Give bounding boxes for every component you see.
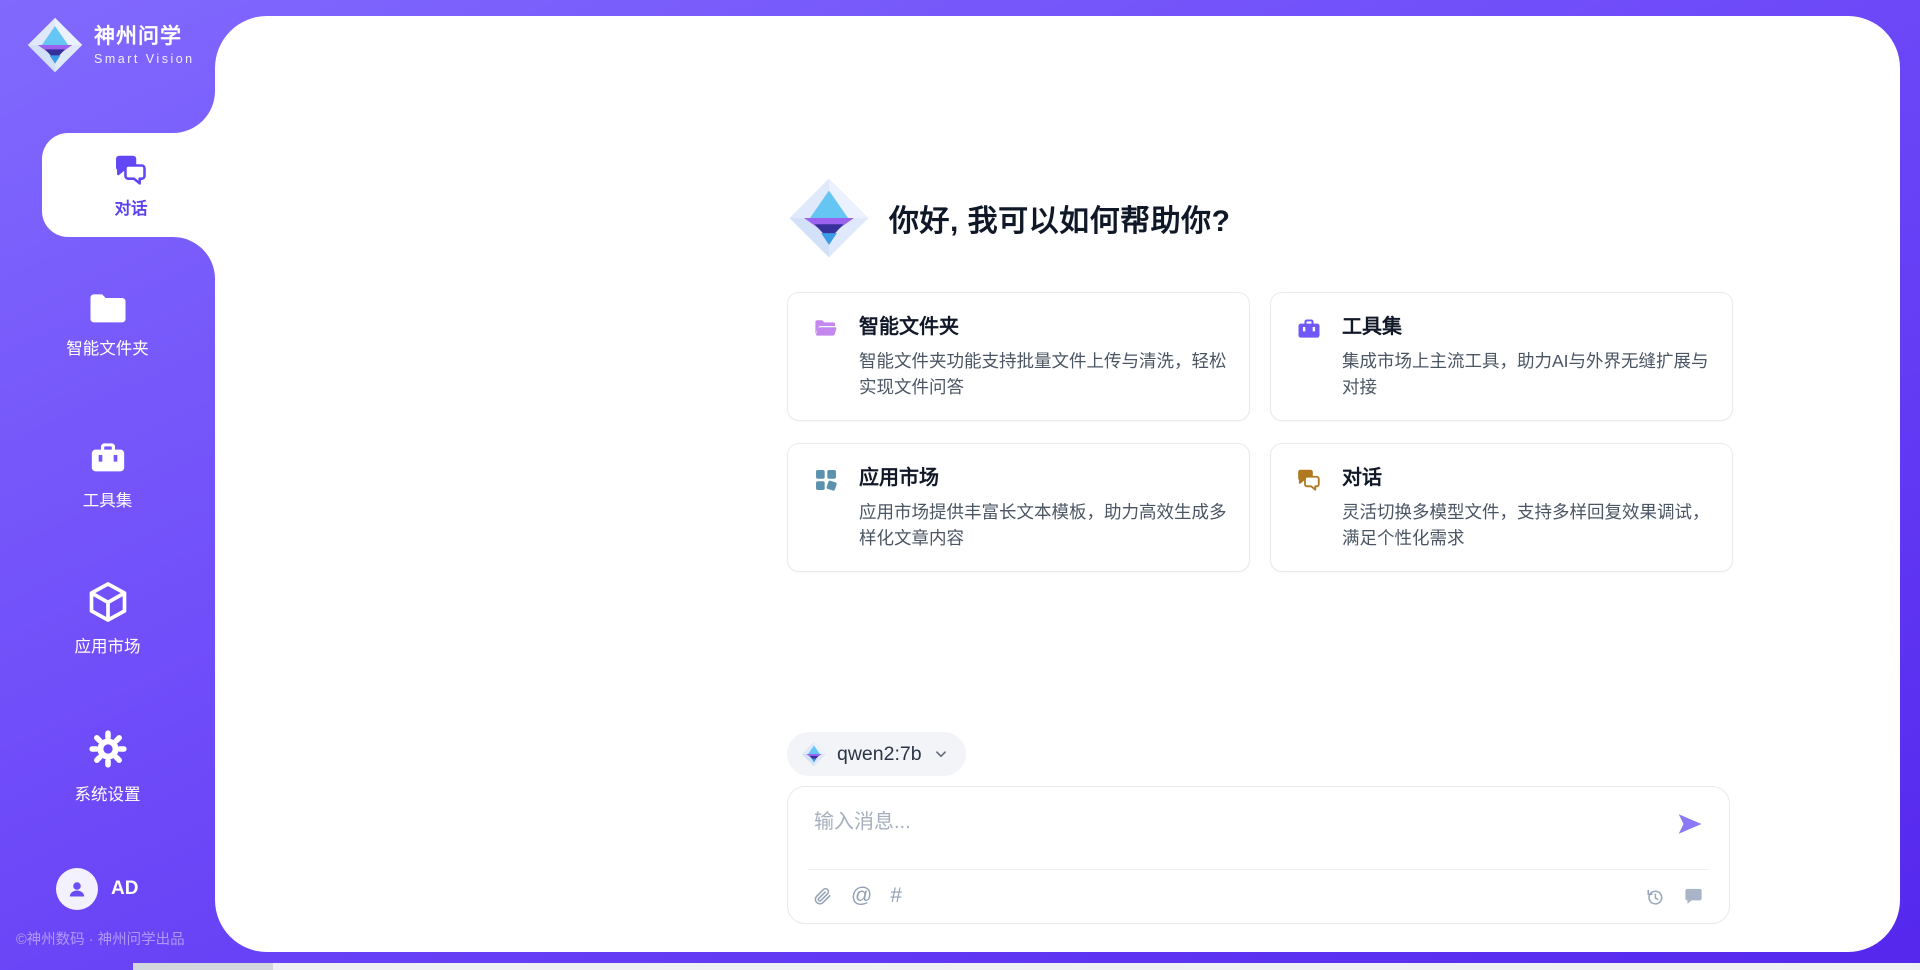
model-selector[interactable]: qwen2:7b [787, 732, 966, 776]
sidebar-item-label: 智能文件夹 [66, 335, 149, 359]
footer-credit: ©神州数码 · 神州问学出品 [16, 928, 185, 949]
horizontal-scrollbar-thumb[interactable] [133, 963, 273, 970]
card-description: 智能文件夹功能支持批量文件上传与清洗，轻松实现文件问答 [859, 348, 1227, 401]
gear-icon [85, 726, 131, 772]
card-title: 智能文件夹 [859, 314, 1227, 340]
card-smart-folder[interactable]: 智能文件夹 智能文件夹功能支持批量文件上传与清洗，轻松实现文件问答 [787, 292, 1250, 421]
cube-icon [86, 580, 130, 624]
avatar [56, 868, 98, 910]
card-title: 应用市场 [859, 465, 1227, 491]
card-toolset[interactable]: 工具集 集成市场上主流工具，助力AI与外界无缝扩展与对接 [1270, 292, 1733, 421]
hashtag-button[interactable]: # [890, 885, 902, 907]
card-app-market[interactable]: 应用市场 应用市场提供丰富长文本模板，助力高效生成多样化文章内容 [787, 443, 1250, 572]
greeting-title: 你好, 我可以如何帮助你? [889, 196, 1231, 240]
assistant-gem-icon [787, 176, 871, 260]
chat-icon [113, 152, 149, 188]
card-description: 集成市场上主流工具，助力AI与外界无缝扩展与对接 [1342, 348, 1710, 401]
card-chat[interactable]: 对话 灵活切换多模型文件，支持多样回复效果调试，满足个性化需求 [1270, 443, 1733, 572]
person-icon [65, 877, 89, 901]
composer-divider [808, 869, 1709, 870]
card-title: 工具集 [1342, 314, 1710, 340]
toolbox-icon [1296, 316, 1322, 342]
gem-icon [801, 741, 827, 767]
sidebar-item-app-market[interactable]: 应用市场 [0, 580, 215, 657]
sidebar-item-settings[interactable]: 系统设置 [0, 726, 215, 805]
horizontal-scrollbar-track [133, 963, 1920, 970]
feedback-bubble-icon [1682, 885, 1705, 908]
main-panel: 你好, 我可以如何帮助你? 智能文件夹 智能文件夹功能支持批量文件上传与清洗，轻… [215, 16, 1900, 952]
toolbox-icon [88, 438, 128, 478]
brand: 神州问学 Smart Vision [26, 16, 206, 74]
history-icon [1644, 886, 1666, 908]
feature-cards: 智能文件夹 智能文件夹功能支持批量文件上传与清洗，轻松实现文件问答 工具集 集成… [787, 292, 1733, 572]
brand-subtitle: Smart Vision [94, 52, 195, 66]
folder-icon [88, 292, 128, 326]
card-title: 对话 [1342, 465, 1710, 491]
sidebar-item-label: 应用市场 [75, 633, 141, 657]
sidebar-item-smart-folder[interactable]: 智能文件夹 [0, 292, 215, 359]
sidebar-item-toolset[interactable]: 工具集 [0, 438, 215, 511]
composer: @ # [787, 786, 1730, 924]
model-name: qwen2:7b [837, 743, 922, 766]
tab-flare-bottom [170, 237, 215, 282]
sidebar-item-label: 系统设置 [75, 781, 141, 805]
sidebar-item-label: 对话 [115, 195, 148, 219]
user-chip[interactable]: AD [56, 868, 138, 910]
grid-icon [813, 467, 839, 493]
paperclip-icon [812, 886, 833, 907]
card-description: 应用市场提供丰富长文本模板，助力高效生成多样化文章内容 [859, 499, 1227, 552]
message-input[interactable] [812, 803, 1656, 865]
folder-open-icon [813, 316, 839, 342]
brand-name: 神州问学 [94, 25, 195, 49]
greeting: 你好, 我可以如何帮助你? [787, 176, 1231, 260]
mention-button[interactable]: @ [851, 885, 872, 907]
send-button[interactable] [1673, 807, 1707, 841]
sidebar-item-chat[interactable]: 对话 [42, 133, 220, 237]
feedback-button[interactable] [1682, 885, 1705, 908]
sidebar-item-label: 工具集 [83, 487, 133, 511]
brand-gem-icon [26, 16, 84, 74]
card-description: 灵活切换多模型文件，支持多样回复效果调试，满足个性化需求 [1342, 499, 1710, 552]
history-button[interactable] [1644, 886, 1666, 908]
send-icon [1675, 809, 1705, 839]
tab-flare-top [170, 88, 215, 133]
attach-button[interactable] [812, 886, 833, 907]
user-initials: AD [111, 878, 138, 900]
chat-icon [1296, 467, 1322, 493]
chevron-down-icon [932, 745, 950, 763]
